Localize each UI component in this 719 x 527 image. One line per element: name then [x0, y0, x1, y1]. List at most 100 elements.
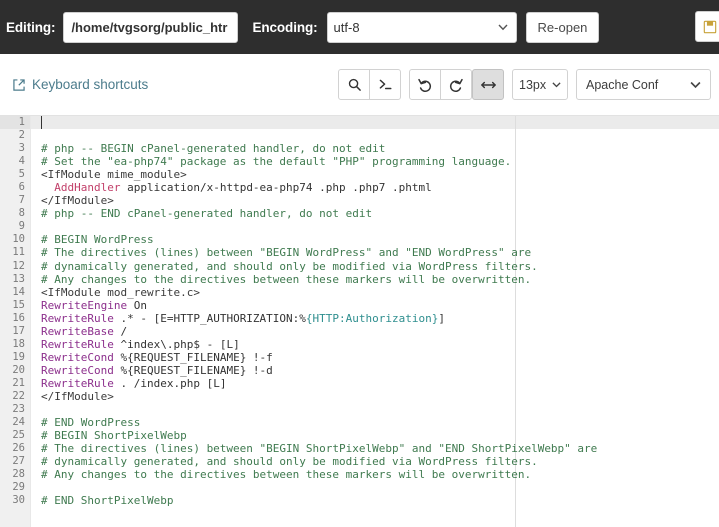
console-button[interactable]: [369, 69, 401, 100]
code-line-text: # END ShortPixelWebp: [30, 494, 719, 507]
code-token: # php -- END cPanel-generated handler, d…: [41, 207, 373, 221]
keyboard-shortcuts-link[interactable]: Keyboard shortcuts: [12, 77, 148, 92]
code-token: RewriteCond: [41, 363, 114, 377]
code-line[interactable]: 3 # php -- BEGIN cPanel-generated handler…: [0, 142, 719, 155]
code-line[interactable]: 15 RewriteEngine On: [0, 299, 719, 312]
code-line[interactable]: 11 # The directives (lines) between "BEGI…: [0, 246, 719, 259]
code-line-text: RewriteRule ^index\.php$ - [L]: [30, 338, 719, 351]
undo-button[interactable]: [409, 69, 441, 100]
code-line[interactable]: 5 <IfModule mime_module>: [0, 168, 719, 181]
line-number: 1: [18, 116, 25, 128]
code-token: # dynamically generated, and should only…: [41, 455, 538, 469]
code-line[interactable]: 29: [0, 481, 719, 494]
search-button[interactable]: [338, 69, 370, 100]
line-number: 4: [18, 155, 25, 168]
code-line[interactable]: 23: [0, 403, 719, 416]
code-token: /: [113, 324, 128, 338]
line-number: 14: [12, 285, 25, 298]
font-size-value: 13px: [519, 77, 547, 92]
code-line[interactable]: 18 RewriteRule ^index\.php$ - [L]: [0, 338, 719, 351]
encoding-select[interactable]: utf-8: [326, 11, 517, 43]
code-line[interactable]: 4 # Set the "ea-php74" package as the def…: [0, 155, 719, 168]
save-changes-button-partial[interactable]: [695, 11, 719, 42]
word-wrap-icon: [480, 81, 496, 88]
code-editor[interactable]: 1 2 3 # php -- BEGIN cPanel-generated han…: [0, 116, 719, 527]
line-number: 26: [12, 442, 25, 455]
line-number: 19: [12, 350, 25, 363]
syntax-mode-select[interactable]: Apache Conf: [576, 69, 711, 100]
line-number: 29: [12, 481, 25, 494]
line-number: 3: [18, 142, 25, 155]
code-line[interactable]: 20 RewriteCond %{REQUEST_FILENAME} !-d: [0, 364, 719, 377]
code-line[interactable]: 21 RewriteRule . /index.php [L]: [0, 377, 719, 390]
code-line-text: # The directives (lines) between "BEGIN …: [30, 442, 719, 455]
code-token: %{REQUEST_FILENAME} !-f: [113, 350, 273, 364]
word-wrap-toggle[interactable]: [472, 69, 504, 100]
code-line[interactable]: 24 # END WordPress: [0, 416, 719, 429]
keyboard-shortcuts-label: Keyboard shortcuts: [32, 77, 149, 92]
line-number: 20: [12, 363, 25, 376]
code-token: # The directives (lines) between "BEGIN …: [41, 442, 598, 456]
code-token: RewriteRule: [41, 311, 114, 325]
code-line[interactable]: 22 </IfModule>: [0, 390, 719, 403]
code-line-text: # The directives (lines) between "BEGIN …: [30, 246, 719, 259]
code-token: RewriteCond: [41, 350, 114, 364]
code-line-text: RewriteEngine On: [30, 299, 719, 312]
code-line[interactable]: 8 # php -- END cPanel-generated handler, …: [0, 207, 719, 220]
code-line[interactable]: 19 RewriteCond %{REQUEST_FILENAME} !-f: [0, 351, 719, 364]
code-line[interactable]: 2: [0, 129, 719, 142]
code-line-text: <IfModule mime_module>: [30, 168, 719, 181]
code-line[interactable]: 12 # dynamically generated, and should on…: [0, 260, 719, 273]
code-line[interactable]: 17 RewriteBase /: [0, 325, 719, 338]
code-line-text: RewriteRule .* - [E=HTTP_AUTHORIZATION:%…: [30, 312, 719, 325]
code-line[interactable]: 16 RewriteRule .* - [E=HTTP_AUTHORIZATION…: [0, 312, 719, 325]
code-token: RewriteBase: [41, 324, 114, 338]
code-line-text: RewriteCond %{REQUEST_FILENAME} !-f: [30, 351, 719, 364]
external-link-icon: [13, 78, 25, 91]
code-token: <IfModule mod_rewrite.c>: [41, 285, 200, 299]
line-number: 16: [12, 311, 25, 324]
code-line[interactable]: 26 # The directives (lines) between "BEGI…: [0, 442, 719, 455]
search-icon: [348, 78, 361, 91]
encoding-selected-value: utf-8: [333, 19, 360, 35]
code-token: </IfModule>: [41, 389, 114, 403]
code-line[interactable]: 6 AddHandler application/x-httpd-ea-php7…: [0, 181, 719, 194]
code-line-text: RewriteRule . /index.php [L]: [30, 377, 719, 390]
code-line[interactable]: 28 # Any changes to the directives betwee…: [0, 468, 719, 481]
code-line-text: # php -- END cPanel-generated handler, d…: [30, 207, 719, 220]
code-line[interactable]: 30 # END ShortPixelWebp: [0, 494, 719, 507]
code-token: # Any changes to the directives between …: [41, 468, 532, 482]
code-line[interactable]: 27 # dynamically generated, and should on…: [0, 455, 719, 468]
redo-icon: [449, 78, 463, 92]
line-number: 12: [12, 259, 25, 272]
font-size-select[interactable]: 13px: [512, 69, 568, 100]
code-token: RewriteRule: [41, 337, 114, 351]
code-token: {HTTP:Authorization}: [305, 311, 439, 325]
code-line[interactable]: 7 </IfModule>: [0, 194, 719, 207]
code-line-text: RewriteCond %{REQUEST_FILENAME} !-d: [30, 364, 719, 377]
re-open-button[interactable]: Re-open: [525, 11, 600, 43]
chevron-down-icon: [552, 82, 561, 88]
editor-toolbar: Keyboard shortcuts 13px Apache Conf: [0, 54, 719, 116]
code-token: %{REQUEST_FILENAME} !-d: [113, 363, 273, 377]
code-line[interactable]: 14 <IfModule mod_rewrite.c>: [0, 286, 719, 299]
code-token: RewriteRule: [41, 376, 114, 390]
code-line[interactable]: 13 # Any changes to the directives betwee…: [0, 273, 719, 286]
code-token: # BEGIN WordPress: [41, 233, 154, 247]
code-line[interactable]: 9: [0, 220, 719, 233]
find-group: [338, 69, 401, 100]
code-content[interactable]: 1 2 3 # php -- BEGIN cPanel-generated han…: [0, 116, 719, 527]
code-line[interactable]: 25 # BEGIN ShortPixelWebp: [0, 429, 719, 442]
code-line[interactable]: 10 # BEGIN WordPress: [0, 233, 719, 246]
code-line-text: # BEGIN WordPress: [30, 233, 719, 246]
file-path-input[interactable]: [63, 11, 239, 43]
code-token: # Any changes to the directives between …: [41, 272, 532, 286]
code-token: <IfModule mime_module>: [41, 168, 187, 182]
redo-button[interactable]: [440, 69, 472, 100]
code-line[interactable]: 1: [0, 116, 719, 129]
code-line-text: # dynamically generated, and should only…: [30, 260, 719, 273]
line-number: 24: [12, 416, 25, 429]
